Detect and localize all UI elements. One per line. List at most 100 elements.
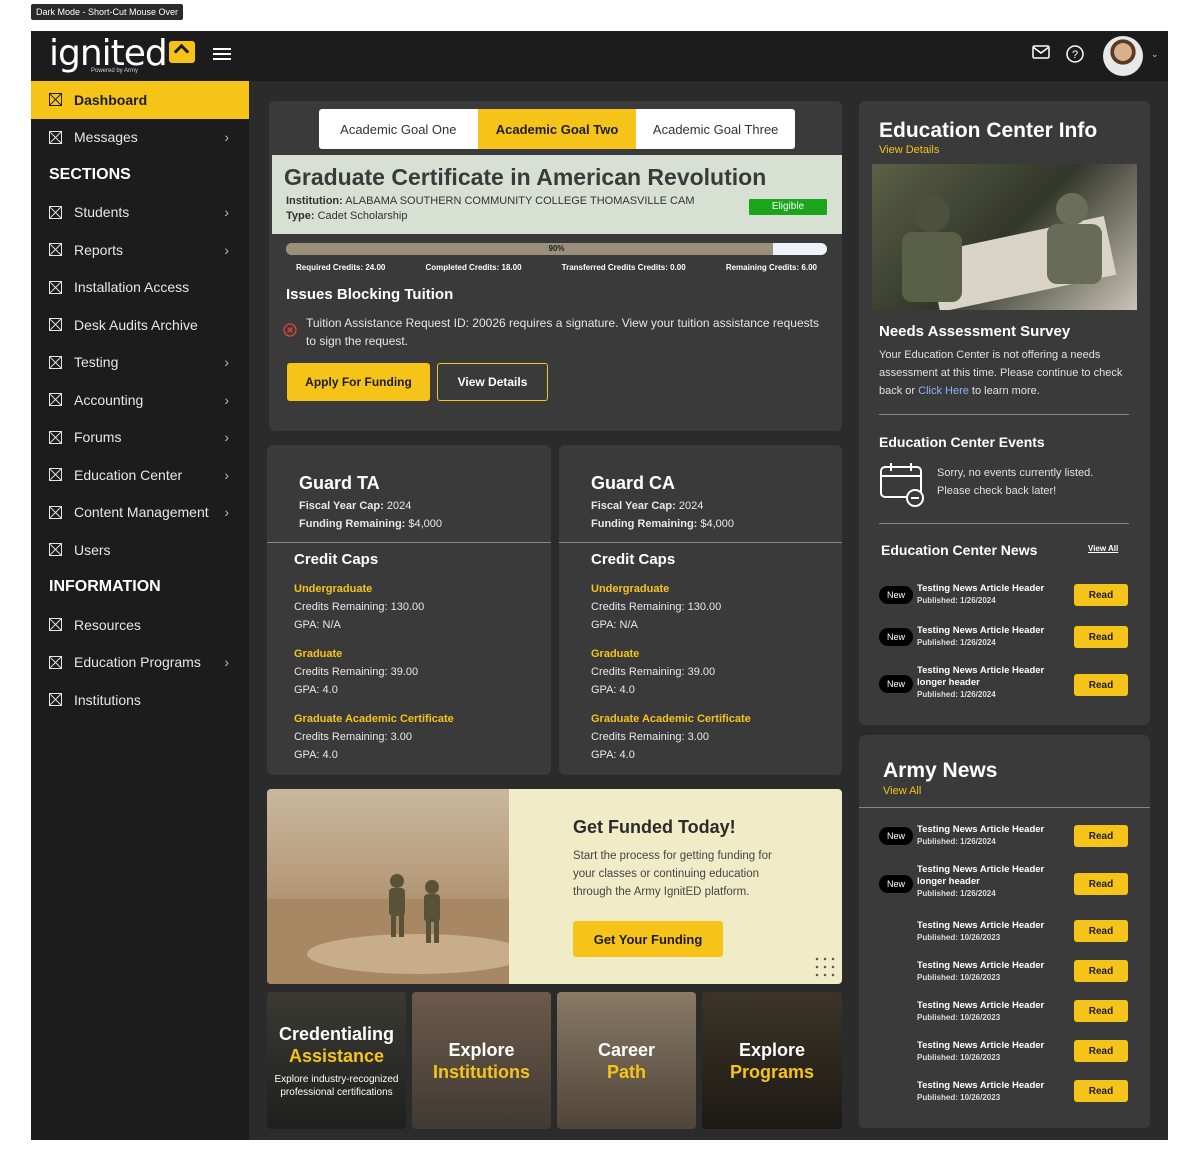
new-badge: New: [879, 675, 913, 693]
sidebar-item-desk-audits-archive[interactable]: Desk Audits Archive: [31, 306, 249, 344]
new-badge: New: [879, 628, 913, 646]
placeholder-x-icon: [49, 130, 62, 144]
read-button[interactable]: Read: [1074, 1040, 1128, 1062]
sidebar-item-dashboard[interactable]: Dashboard: [31, 81, 249, 119]
chevron-right-icon: ›: [224, 466, 229, 483]
placeholder-x-icon: [49, 355, 62, 369]
read-button[interactable]: Read: [1074, 584, 1128, 606]
sidebar-item-resources[interactable]: Resources: [31, 606, 249, 644]
brand-subtitle: Powered by Army: [91, 68, 139, 74]
sidebar-item-label: Forums: [74, 429, 122, 446]
news-text: Testing News Article Header Published: 10…: [917, 960, 1045, 982]
view-details-button[interactable]: View Details: [437, 363, 548, 401]
sidebar-item-education-center[interactable]: Education Center ›: [31, 456, 249, 494]
edu-center-title: Education Center Info: [879, 119, 1098, 142]
sidebar-item-label: Accounting: [74, 391, 144, 408]
funding-card-meta: Fiscal Year Cap: 2024 Funding Remaining:…: [591, 500, 735, 530]
tile-title: Explore: [448, 1039, 515, 1060]
sidebar-item-users[interactable]: Users: [31, 531, 249, 569]
read-button[interactable]: Read: [1074, 1000, 1128, 1022]
news-text: Testing News Article Header Published: 10…: [917, 920, 1045, 942]
list-item: Testing News Article Header Published: 10…: [877, 915, 1130, 951]
education-center-image: [872, 164, 1137, 313]
click-here-link[interactable]: Click Here: [918, 385, 969, 397]
hamburger-icon[interactable]: [213, 48, 231, 62]
divider: [879, 523, 1129, 524]
placeholder-x-icon: [49, 618, 62, 632]
sidebar-item-education-programs[interactable]: Education Programs ›: [31, 644, 249, 682]
sidebar-heading-sections: SECTIONS: [49, 165, 131, 183]
transferred-credits: Transferred Credits Credits: 0.00: [561, 263, 686, 272]
sidebar-item-forums[interactable]: Forums ›: [31, 419, 249, 457]
read-button[interactable]: Read: [1074, 960, 1128, 982]
sidebar-item-content-management[interactable]: Content Management ›: [31, 494, 249, 532]
promo-panel: Get Funded Today! Start the process for …: [509, 789, 842, 984]
get-your-funding-button[interactable]: Get Your Funding: [573, 921, 723, 957]
sidebar-item-label: Content Management: [74, 504, 209, 521]
chevron-right-icon: ›: [224, 241, 229, 258]
news-text: Testing News Article Header Published: 1/…: [917, 625, 1045, 647]
education-center-info-card: Education Center Info View Details Needs…: [859, 101, 1150, 725]
status-badge: Eligible: [749, 199, 827, 215]
tile-explore-institutions[interactable]: Explore Institutions: [412, 992, 551, 1129]
army-news-title: Army News: [883, 759, 998, 782]
help-icon[interactable]: ?: [1065, 45, 1085, 65]
goal-institution: Institution: ALABAMA SOUTHERN COMMUNITY …: [286, 195, 695, 207]
army-news-card: Army News View All New Testing News Arti…: [859, 735, 1150, 1128]
sidebar-item-label: Institutions: [74, 691, 141, 708]
chevron-right-icon: ›: [224, 654, 229, 671]
frame-label: Dark Mode - Short-Cut Mouse Over: [31, 4, 184, 20]
sidebar-item-installation-access[interactable]: Installation Access: [31, 269, 249, 307]
view-details-link[interactable]: View Details: [879, 144, 939, 156]
army-news-view-all-link[interactable]: View All: [883, 785, 921, 797]
tile-credentialing-assistance[interactable]: Credentialing Assistance Explore industr…: [267, 992, 406, 1129]
tile-explore-programs[interactable]: Explore Programs: [702, 992, 842, 1129]
mail-icon[interactable]: [1031, 45, 1051, 65]
read-button[interactable]: Read: [1074, 920, 1128, 942]
tile-subtitle: Institutions: [433, 1061, 530, 1082]
sidebar-item-label: Installation Access: [74, 279, 190, 296]
apply-for-funding-button[interactable]: Apply For Funding: [287, 363, 430, 401]
tab-academic-goal-three[interactable]: Academic Goal Three: [636, 109, 795, 149]
read-button[interactable]: Read: [1074, 825, 1128, 847]
sidebar-item-reports[interactable]: Reports ›: [31, 231, 249, 269]
read-button[interactable]: Read: [1074, 674, 1128, 696]
required-credits: Required Credits: 24.00: [296, 263, 386, 272]
tab-academic-goal-one[interactable]: Academic Goal One: [319, 109, 478, 149]
funding-card-title: Guard CA: [591, 473, 676, 493]
top-bar: ignited Powered by Army ? ⌄: [31, 31, 1168, 81]
new-badge: New: [879, 827, 913, 845]
sidebar-item-label: Messages: [74, 129, 138, 146]
edu-news-view-all-link[interactable]: View All: [1088, 544, 1118, 553]
chevron-right-icon: ›: [224, 391, 229, 408]
sidebar-item-testing[interactable]: Testing ›: [31, 344, 249, 382]
chevron-right-icon: ›: [224, 429, 229, 446]
read-button[interactable]: Read: [1074, 873, 1128, 895]
tile-career-path[interactable]: Career Path: [557, 992, 696, 1129]
issue-text: Tuition Assistance Request ID: 20026 req…: [306, 316, 819, 348]
sidebar-item-label: Reports: [74, 241, 124, 258]
avatar[interactable]: [1103, 36, 1143, 76]
calendar-icon: [879, 461, 927, 509]
tab-academic-goal-two[interactable]: Academic Goal Two: [477, 109, 637, 149]
sidebar-item-label: Resources: [74, 616, 141, 633]
list-item: New Testing News Article Header Published…: [877, 577, 1130, 613]
sidebar-item-messages[interactable]: Messages ›: [31, 119, 249, 157]
tile-title: Explore: [738, 1039, 806, 1060]
list-item: New Testing News Article Header longer h…: [877, 859, 1130, 898]
read-button[interactable]: Read: [1074, 1080, 1128, 1102]
academic-goals-card: Academic Goal One Academic Goal Two Acad…: [269, 101, 842, 431]
goal-tabs: Academic Goal One Academic Goal Two Acad…: [319, 109, 795, 149]
sidebar-item-students[interactable]: Students ›: [31, 194, 249, 232]
read-button[interactable]: Read: [1074, 626, 1128, 648]
credit-caps-title: Credit Caps: [294, 551, 379, 568]
news-text: Testing News Article Header longer heade…: [917, 665, 1045, 699]
sidebar-item-institutions[interactable]: Institutions: [31, 681, 249, 719]
chevron-down-icon[interactable]: ⌄: [1151, 49, 1159, 60]
list-item: New Testing News Article Header Published…: [877, 619, 1130, 655]
credit-cap-undergraduate: Undergraduate Credits Remaining: 130.00 GP…: [591, 583, 722, 631]
credit-cap-graduate-certificate: Graduate Academic Certificate Credits Rem…: [294, 713, 454, 761]
divider: [859, 807, 1150, 808]
placeholder-x-icon: [49, 543, 62, 557]
sidebar-item-accounting[interactable]: Accounting ›: [31, 381, 249, 419]
